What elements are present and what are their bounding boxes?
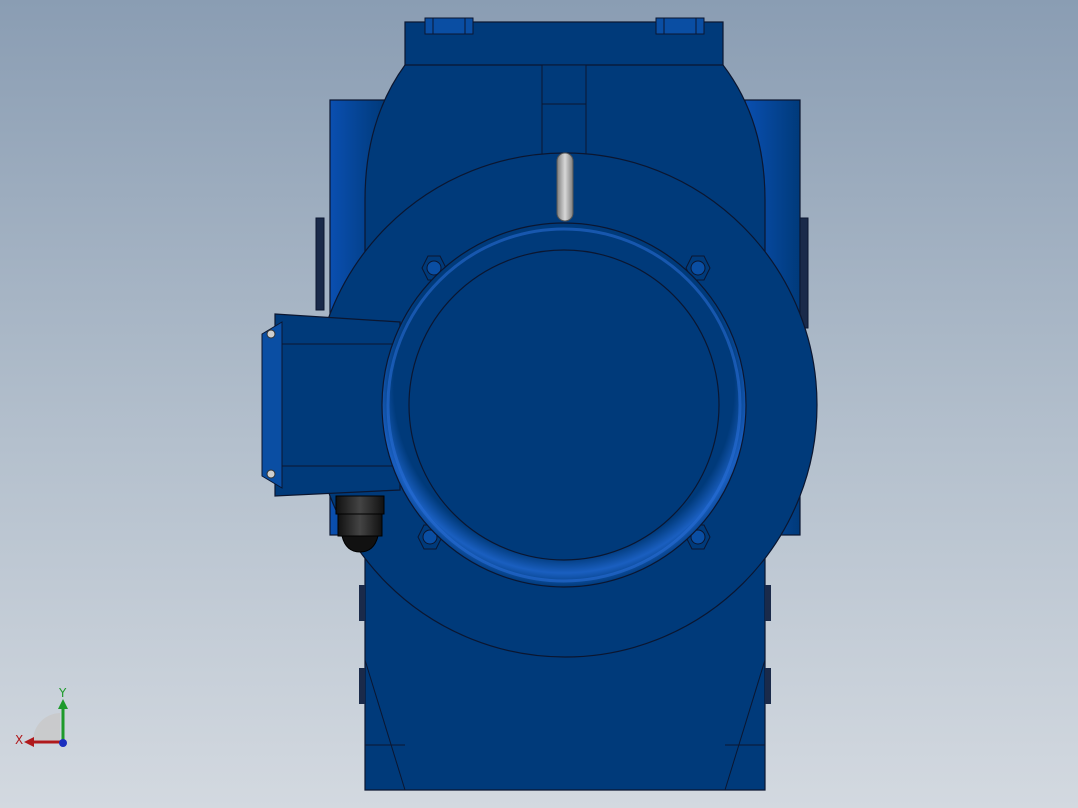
- x-axis-label: X: [15, 733, 23, 747]
- breather-pin: [556, 152, 574, 222]
- terminal-box: [261, 313, 401, 497]
- coordinate-triad: Y X: [15, 686, 68, 747]
- graphics-viewport[interactable]: Y X: [0, 0, 1078, 808]
- x-axis-head: [24, 737, 34, 747]
- y-axis-label: Y: [58, 686, 67, 700]
- triad-plane-arc: [33, 713, 60, 740]
- gearmotor-model[interactable]: [0, 0, 1078, 808]
- y-axis-head: [58, 699, 68, 709]
- top-mounting-plate: [404, 17, 724, 71]
- z-axis-dot: [59, 739, 67, 747]
- motor-end-cover: [381, 222, 747, 588]
